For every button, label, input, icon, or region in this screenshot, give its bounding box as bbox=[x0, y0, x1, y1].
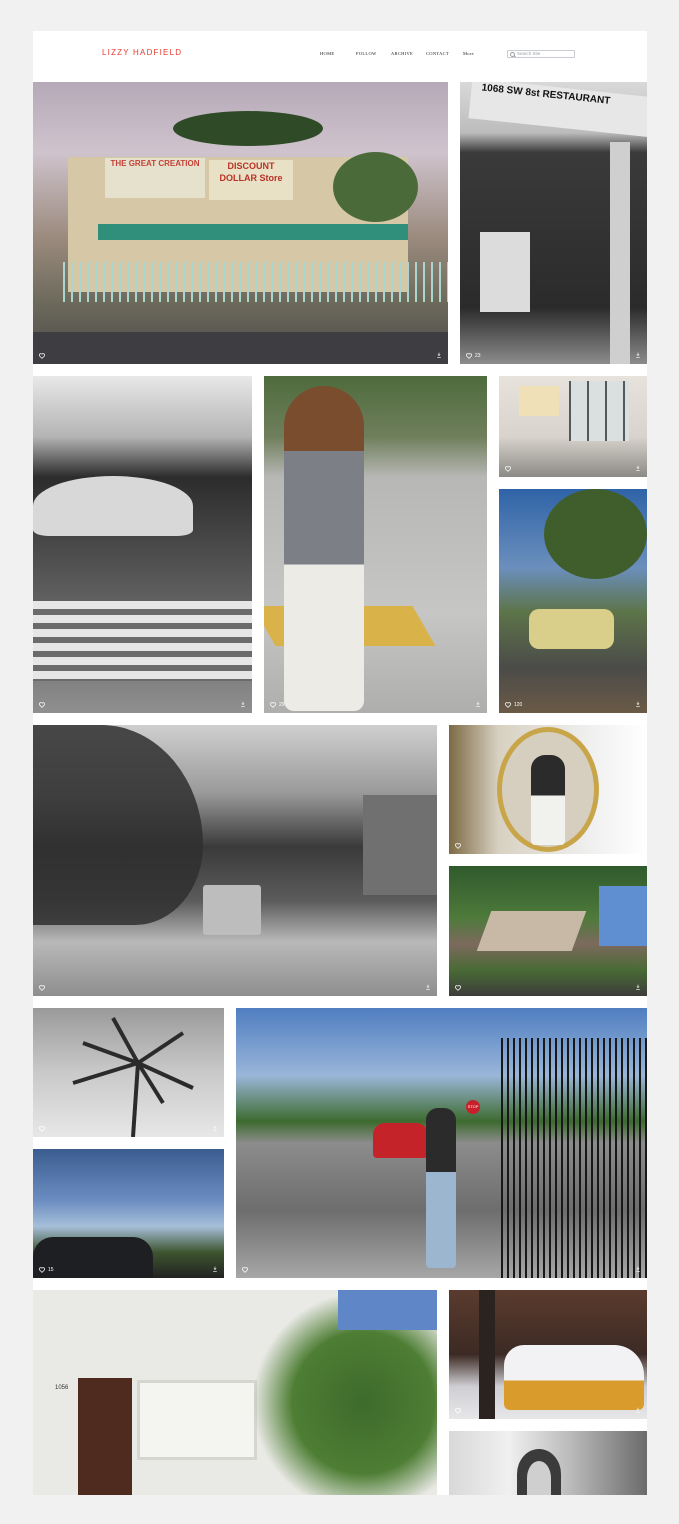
sign-great-creation: THE GREAT CREATION bbox=[105, 158, 205, 198]
download-icon[interactable] bbox=[635, 465, 641, 471]
download-icon[interactable] bbox=[635, 701, 641, 707]
like-count[interactable] bbox=[455, 843, 464, 849]
like-count[interactable]: 15 bbox=[39, 1267, 54, 1273]
like-count[interactable] bbox=[455, 1408, 464, 1414]
photo-beach-umbrella-loungers[interactable] bbox=[33, 376, 252, 713]
nav-contact[interactable]: CONTACT bbox=[426, 51, 449, 56]
nav-follow[interactable]: FOLLOW bbox=[356, 51, 377, 56]
heart-icon bbox=[505, 702, 511, 708]
photo-mirror-selfie[interactable] bbox=[449, 725, 647, 854]
sign-restaurant: 1068 SW 8st RESTAURANT bbox=[468, 82, 647, 138]
nav-home[interactable]: HOME bbox=[320, 51, 334, 56]
photo-palm-street-truck[interactable] bbox=[33, 725, 437, 996]
like-count[interactable] bbox=[39, 985, 48, 991]
photo-discount-dollar-store[interactable]: THE GREAT CREATION DISCOUNT DOLLAR Store bbox=[33, 82, 448, 364]
heart-icon bbox=[39, 985, 45, 991]
photo-white-house-1056[interactable]: 1056 bbox=[33, 1290, 437, 1495]
heart-icon bbox=[39, 353, 45, 359]
search-icon bbox=[510, 52, 515, 57]
download-icon[interactable] bbox=[635, 1407, 641, 1413]
photo-woman-sidewalk-red-car[interactable]: STOP bbox=[236, 1008, 647, 1278]
download-icon[interactable] bbox=[240, 701, 246, 707]
search-placeholder: Search Site bbox=[517, 51, 541, 56]
download-icon[interactable] bbox=[436, 352, 442, 358]
like-count[interactable] bbox=[242, 1267, 251, 1273]
photo-restaurant-entrance[interactable]: 1068 SW 8st RESTAURANT 23 bbox=[460, 82, 647, 364]
like-count[interactable]: 120 bbox=[505, 702, 522, 708]
search-input[interactable]: Search Site bbox=[507, 50, 575, 58]
heart-icon bbox=[39, 702, 45, 708]
heart-icon bbox=[270, 702, 276, 708]
heart-icon bbox=[39, 1126, 45, 1132]
nav-archive[interactable]: ARCHIVE bbox=[391, 51, 413, 56]
download-icon[interactable] bbox=[212, 1125, 218, 1131]
photo-shop-window[interactable] bbox=[499, 376, 647, 477]
photo-portrait-partial[interactable] bbox=[449, 1431, 647, 1495]
download-icon[interactable] bbox=[635, 842, 641, 848]
sign-discount-dollar: DISCOUNT DOLLAR Store bbox=[209, 160, 293, 200]
site-logo[interactable]: LIZZY HADFIELD bbox=[102, 48, 182, 57]
download-icon[interactable] bbox=[635, 1266, 641, 1272]
stop-sign: STOP bbox=[466, 1100, 480, 1114]
photo-snow-taxi[interactable] bbox=[449, 1290, 647, 1419]
download-icon[interactable] bbox=[212, 1266, 218, 1272]
nav-more[interactable]: More bbox=[463, 51, 474, 56]
heart-icon bbox=[242, 1267, 248, 1273]
heart-icon bbox=[505, 466, 511, 472]
download-icon[interactable] bbox=[635, 352, 641, 358]
download-icon[interactable] bbox=[635, 984, 641, 990]
like-count[interactable] bbox=[39, 702, 48, 708]
heart-icon bbox=[455, 843, 461, 849]
photo-palm-sky-bw[interactable] bbox=[33, 1008, 224, 1137]
photo-woman-crosswalk[interactable]: 29 bbox=[264, 376, 487, 713]
like-count[interactable]: 23 bbox=[466, 353, 481, 359]
photo-sky-trees[interactable]: 15 bbox=[33, 1149, 224, 1278]
like-count[interactable] bbox=[39, 1126, 48, 1132]
heart-icon bbox=[466, 353, 472, 359]
like-count[interactable] bbox=[505, 466, 514, 472]
photo-yellow-vintage-car[interactable]: 120 bbox=[499, 489, 647, 713]
photo-house-trees[interactable] bbox=[449, 866, 647, 996]
like-count[interactable] bbox=[39, 353, 48, 359]
like-count[interactable]: 29 bbox=[270, 702, 285, 708]
heart-icon bbox=[455, 985, 461, 991]
download-icon[interactable] bbox=[425, 984, 431, 990]
portfolio-page: LIZZY HADFIELD HOME FOLLOW ARCHIVE CONTA… bbox=[33, 31, 647, 1495]
like-count[interactable] bbox=[455, 985, 464, 991]
heart-icon bbox=[39, 1267, 45, 1273]
download-icon[interactable] bbox=[475, 701, 481, 707]
house-number: 1056 bbox=[55, 1385, 69, 1391]
heart-icon bbox=[455, 1408, 461, 1414]
